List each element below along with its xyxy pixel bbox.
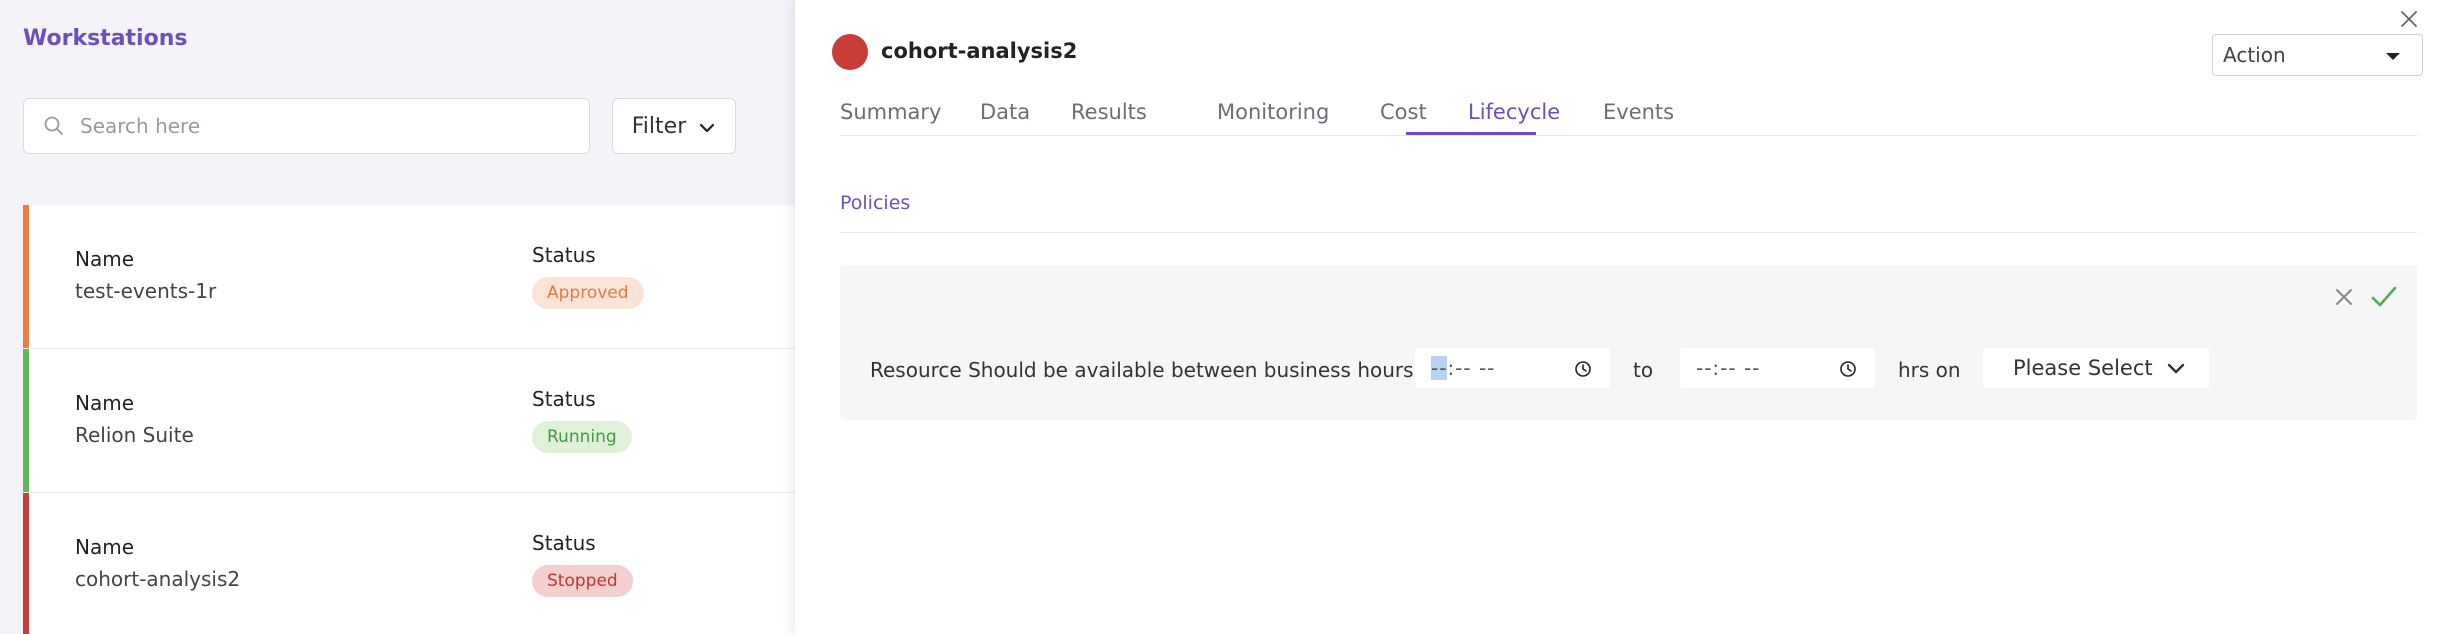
check-icon[interactable] <box>2369 283 2399 311</box>
workstations-list-panel: Workstations Filter Name test-events-1r … <box>0 0 795 634</box>
status-badge: Stopped <box>532 565 633 597</box>
name-label: Name <box>75 391 135 415</box>
workstation-detail-panel: cohort-analysis2 Action Summary Data Res… <box>795 0 2444 634</box>
select-label: Please Select <box>2013 356 2153 380</box>
status-label: Status <box>532 243 596 267</box>
policy-description: Resource Should be available between bus… <box>870 358 1414 382</box>
caret-down-icon <box>2386 53 2400 60</box>
action-label: Action <box>2223 43 2286 67</box>
status-indicator <box>832 34 868 70</box>
tab-events[interactable]: Events <box>1603 100 1674 124</box>
end-time-input[interactable]: --:-- -- <box>1680 348 1875 388</box>
chevron-down-icon <box>2167 363 2185 374</box>
filter-label: Filter <box>631 113 687 139</box>
tab-cost[interactable]: Cost <box>1380 100 1427 124</box>
name-label: Name <box>75 247 135 271</box>
clock-icon[interactable] <box>1839 360 1857 378</box>
active-tab-indicator <box>1406 132 1536 135</box>
workstation-name: cohort-analysis2 <box>75 567 241 591</box>
name-label: Name <box>75 535 135 559</box>
clock-icon[interactable] <box>1574 360 1592 378</box>
status-accent-bar <box>23 349 29 492</box>
search-box[interactable] <box>23 98 590 154</box>
search-icon <box>44 116 63 135</box>
workstation-name: test-events-1r <box>75 279 217 303</box>
search-input[interactable] <box>80 114 560 138</box>
status-badge: Approved <box>532 277 644 309</box>
end-time-value: --:-- -- <box>1696 356 1761 380</box>
workstation-title: cohort-analysis2 <box>881 39 1078 63</box>
status-label: Status <box>532 531 596 555</box>
cancel-icon[interactable] <box>2332 285 2356 309</box>
day-select[interactable]: Please Select <box>1983 348 2209 388</box>
tab-bar: Summary Data Results Monitoring Cost Lif… <box>840 96 2417 136</box>
divider <box>840 232 2417 233</box>
time-rest-segment: :-- -- <box>1447 356 1496 380</box>
page-title: Workstations <box>23 26 188 51</box>
tab-results[interactable]: Results <box>1071 100 1147 124</box>
filter-button[interactable]: Filter <box>612 98 736 154</box>
time-hour-segment: -- <box>1431 356 1448 380</box>
status-accent-bar <box>23 205 29 348</box>
status-accent-bar <box>23 493 29 634</box>
list-item[interactable]: Name test-events-1r Status Approved <box>23 205 795 349</box>
to-label: to <box>1633 358 1654 382</box>
section-title: Policies <box>840 192 911 214</box>
workstation-list: Name test-events-1r Status Approved Name… <box>23 205 795 634</box>
close-icon[interactable] <box>2397 7 2421 31</box>
policy-editor: Resource Should be available between bus… <box>840 265 2417 420</box>
status-badge: Running <box>532 421 632 453</box>
list-item[interactable]: Name Relion Suite Status Running <box>23 349 795 493</box>
hrs-on-label: hrs on <box>1898 358 1961 382</box>
action-dropdown[interactable]: Action <box>2212 34 2423 76</box>
tab-summary[interactable]: Summary <box>840 100 941 124</box>
workstation-name: Relion Suite <box>75 423 194 447</box>
list-item[interactable]: Name cohort-analysis2 Status Stopped <box>23 493 795 634</box>
tab-monitoring[interactable]: Monitoring <box>1217 100 1329 124</box>
tab-data[interactable]: Data <box>980 100 1030 124</box>
tab-lifecycle[interactable]: Lifecycle <box>1468 100 1560 124</box>
chevron-down-icon <box>700 123 715 133</box>
start-time-input[interactable]: --:-- -- <box>1415 348 1610 388</box>
status-label: Status <box>532 387 596 411</box>
